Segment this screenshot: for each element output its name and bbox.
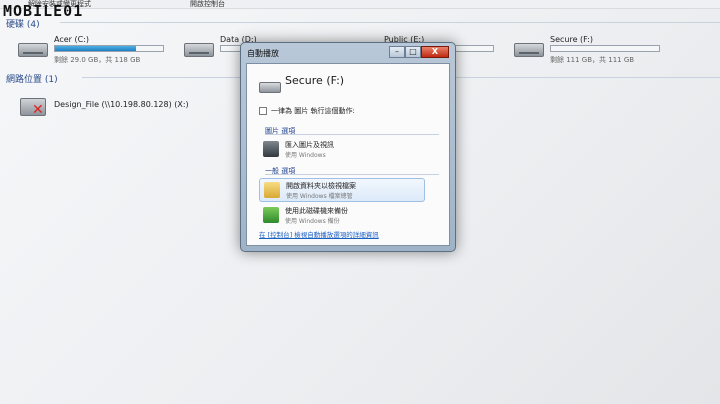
- hard-drive-icon: [18, 43, 48, 57]
- option-subtitle: 使用 Windows: [285, 152, 326, 159]
- drive-usage-bar: [550, 45, 660, 52]
- close-button[interactable]: X: [421, 46, 449, 58]
- minimize-button[interactable]: –: [389, 46, 405, 58]
- dialog-title: 自動播放: [247, 49, 279, 58]
- maximize-button[interactable]: □: [405, 46, 421, 58]
- drive-name: Acer (C:): [54, 35, 90, 44]
- title-buttons: – □ X: [389, 46, 449, 60]
- drive-usage-bar: [54, 45, 164, 52]
- drive-free-space: 剩餘 111 GB，共 111 GB: [550, 56, 635, 64]
- section-divider: [60, 22, 720, 23]
- option-title: 匯入圖片及視訊: [285, 141, 334, 149]
- explorer-command-bar: 解除安裝或變更程式 開啟控制台: [0, 0, 720, 9]
- removable-drive-icon: [259, 82, 281, 93]
- drive-usage-fill: [55, 46, 136, 51]
- disconnected-x-icon: ✕: [32, 102, 44, 118]
- always-do-checkbox[interactable]: [259, 107, 267, 115]
- backup-option[interactable]: 使用此磁碟機來備份 使用 Windows 備份: [259, 204, 425, 228]
- group-divider: [265, 174, 439, 175]
- network-drive-name: Design_File (\\10.198.80.128) (X:): [54, 100, 189, 109]
- camera-icon: [263, 141, 279, 157]
- hard-drive-icon: [514, 43, 544, 57]
- hard-drive-icon: [184, 43, 214, 57]
- drive-secure-f[interactable]: Secure (F:) 剩餘 111 GB，共 111 GB: [514, 35, 679, 65]
- device-name: Secure (F:): [285, 74, 345, 87]
- autoplay-dialog: 自動播放 – □ X Secure (F:) 一律為 圖片 執行這個動作: 圖片…: [240, 42, 456, 252]
- drive-name: Secure (F:): [550, 35, 593, 44]
- open-folder-option[interactable]: 開啟資料夾以檢視檔案 使用 Windows 檔案總管: [259, 178, 425, 202]
- import-pictures-option[interactable]: 匯入圖片及視訊 使用 Windows: [259, 138, 425, 162]
- network-drive-design-file[interactable]: ✕ Design_File (\\10.198.80.128) (X:): [20, 96, 220, 120]
- folder-icon: [264, 182, 280, 198]
- control-panel-link[interactable]: 在 [控制台] 檢視自動播放選項的詳細資訊: [259, 229, 379, 239]
- option-title: 使用此磁碟機來備份: [285, 207, 348, 215]
- option-title: 開啟資料夾以檢視檔案: [286, 182, 356, 190]
- always-do-row[interactable]: 一律為 圖片 執行這個動作:: [259, 106, 355, 116]
- drive-free-space: 剩餘 29.0 GB，共 118 GB: [54, 56, 141, 64]
- option-subtitle: 使用 Windows 檔案總管: [286, 193, 353, 200]
- dialog-body: Secure (F:) 一律為 圖片 執行這個動作: 圖片 選項 匯入圖片及視訊…: [246, 63, 450, 246]
- always-do-label: 一律為 圖片 執行這個動作:: [271, 107, 355, 115]
- option-subtitle: 使用 Windows 備份: [285, 218, 340, 225]
- hard-drives-header[interactable]: 硬碟 (4): [6, 17, 40, 30]
- backup-icon: [263, 207, 279, 223]
- drive-acer-c[interactable]: Acer (C:) 剩餘 29.0 GB，共 118 GB: [18, 35, 183, 65]
- open-control-panel-menu[interactable]: 開啟控制台: [190, 0, 225, 8]
- network-locations-header[interactable]: 網路位置 (1): [6, 72, 58, 85]
- group-divider: [265, 134, 439, 135]
